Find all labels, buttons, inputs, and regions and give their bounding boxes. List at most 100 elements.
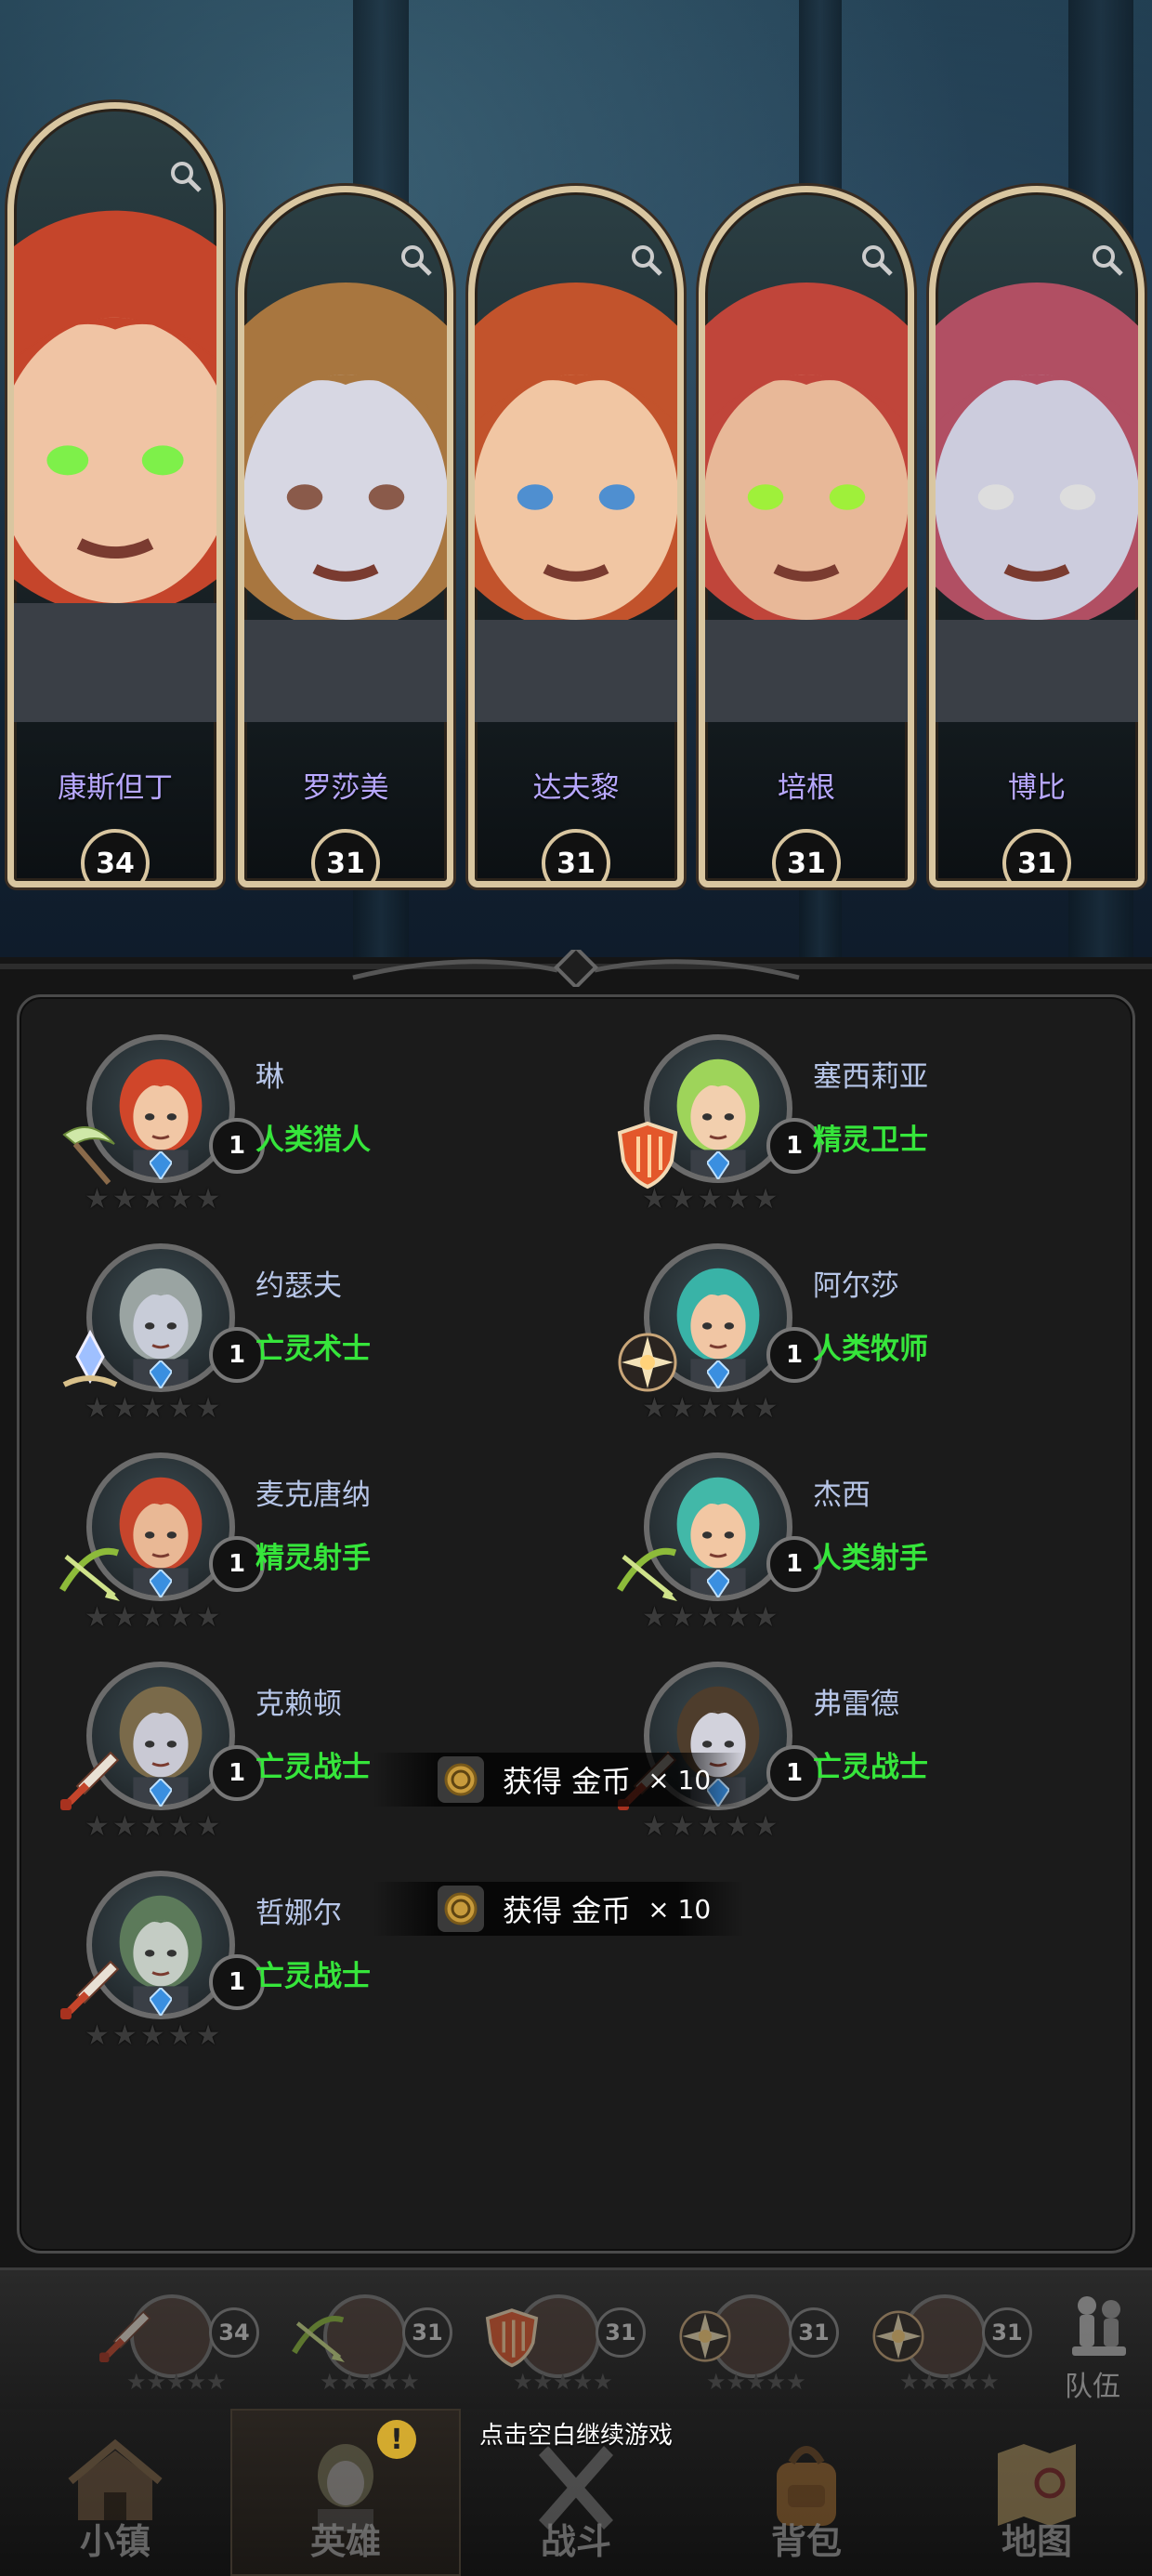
team-member-slot[interactable]: 34 ★★★★★ bbox=[93, 2294, 279, 2397]
shield-icon bbox=[610, 1116, 685, 1190]
gem-icon bbox=[707, 1151, 729, 1179]
sword-icon bbox=[53, 1743, 127, 1818]
star-rating: ★★★★★ bbox=[85, 1810, 224, 1843]
hero-level-badge: 31 bbox=[311, 829, 380, 881]
hero-portrait bbox=[705, 211, 908, 722]
star-rating: ★★★★★ bbox=[513, 2369, 613, 2395]
chess-pieces-icon bbox=[1072, 2296, 1126, 2356]
team-bar[interactable]: 34 ★★★★★ 31 ★★★★★ 31 ★★★★★ 31 ★★★★★ 31 ★★★★★ 队伍 bbox=[0, 2267, 1152, 2410]
team-label: 队伍 bbox=[1065, 2371, 1120, 2403]
hero-name: 克赖顿 bbox=[255, 1688, 342, 1721]
hero-portrait bbox=[475, 211, 677, 722]
gold-coin-icon bbox=[438, 1756, 484, 1803]
hero-name: 康斯但丁 bbox=[58, 771, 173, 805]
star-rating: ★★★★★ bbox=[85, 2019, 224, 2052]
member-level-badge: 31 bbox=[789, 2307, 839, 2358]
star-rating: ★★★★★ bbox=[85, 1392, 224, 1425]
featured-hero-card[interactable]: 博比 31 bbox=[929, 186, 1145, 887]
hero-level-badge: 31 bbox=[542, 829, 610, 881]
star-rating: ★★★★★ bbox=[320, 2369, 420, 2395]
team-member-slot[interactable]: 31 ★★★★★ bbox=[866, 2294, 1052, 2397]
roster-hero[interactable]: 1 ★★★★★ 杰西 人类射手 bbox=[590, 1452, 1110, 1638]
member-level-badge: 34 bbox=[209, 2307, 259, 2358]
hero-level-badge: 31 bbox=[772, 829, 841, 881]
hero-name: 达夫黎 bbox=[532, 771, 620, 805]
reward-text: 获得 金币 bbox=[503, 1764, 632, 1799]
hero-level-badge: 34 bbox=[81, 829, 150, 881]
magnifier-icon[interactable] bbox=[168, 159, 203, 194]
roster-hero[interactable]: 1 ★★★★★ 阿尔莎 人类牧师 bbox=[590, 1243, 1110, 1429]
featured-hero-card[interactable]: 培根 31 bbox=[699, 186, 914, 887]
magnifier-icon[interactable] bbox=[629, 243, 664, 278]
hero-name: 约瑟夫 bbox=[255, 1269, 342, 1303]
crossbow-icon bbox=[286, 2304, 351, 2369]
star-rating: ★★★★★ bbox=[642, 1392, 781, 1425]
featured-heroes-banner: 康斯但丁 34 罗莎美 31 达夫黎 31 培根 31 博比 31 bbox=[0, 0, 1152, 957]
hero-level-badge: 31 bbox=[1002, 829, 1071, 881]
holy-star-icon bbox=[610, 1325, 685, 1400]
nav-label: 英雄 bbox=[309, 2521, 381, 2562]
star-rating: ★★★★★ bbox=[642, 1601, 781, 1634]
team-button[interactable]: 队伍 bbox=[1039, 2289, 1141, 2403]
reward-amount: × 10 bbox=[648, 1893, 712, 1925]
member-level-badge: 31 bbox=[596, 2307, 646, 2358]
hero-name: 琳 bbox=[255, 1060, 284, 1094]
team-member-slot[interactable]: 31 ★★★★★ bbox=[479, 2294, 665, 2397]
featured-hero-card[interactable]: 达夫黎 31 bbox=[468, 186, 684, 887]
star-rating: ★★★★★ bbox=[706, 2369, 806, 2395]
sword-icon bbox=[53, 1952, 127, 2027]
scythe-icon bbox=[53, 1116, 127, 1190]
hero-class: 人类牧师 bbox=[813, 1333, 928, 1366]
hero-name: 阿尔莎 bbox=[813, 1269, 899, 1303]
hero-name: 博比 bbox=[1008, 771, 1066, 805]
roster-hero[interactable]: 1 ★★★★★ 约瑟夫 亡灵术士 bbox=[33, 1243, 553, 1429]
hero-name: 培根 bbox=[778, 771, 835, 805]
crystal-icon bbox=[53, 1325, 127, 1400]
nav-label: 地图 bbox=[1001, 2521, 1072, 2562]
holy-star-icon bbox=[673, 2304, 738, 2369]
team-member-slot[interactable]: 31 ★★★★★ bbox=[673, 2294, 858, 2397]
nav-label: 战斗 bbox=[540, 2521, 611, 2562]
gem-icon bbox=[150, 1151, 172, 1179]
roster-hero[interactable]: 1 ★★★★★ 麦克唐纳 精灵射手 bbox=[33, 1452, 553, 1638]
reward-toast: 获得 金币 × 10 bbox=[373, 1882, 744, 1936]
shield-icon bbox=[479, 2304, 544, 2369]
hero-class: 人类射手 bbox=[813, 1542, 928, 1575]
hero-name: 哲娜尔 bbox=[255, 1897, 342, 1930]
star-rating: ★★★★★ bbox=[899, 2369, 1000, 2395]
magnifier-icon[interactable] bbox=[1090, 243, 1125, 278]
member-level-badge: 31 bbox=[982, 2307, 1032, 2358]
holy-star-icon bbox=[866, 2304, 931, 2369]
ornament-divider bbox=[0, 950, 1152, 987]
sword-icon bbox=[93, 2304, 158, 2369]
hero-roster-panel: 1 ★★★★★ 琳人类猎人 1 ★★★★★ 塞西莉亚 精灵卫士 1 ★★★★★ 约瑟夫 亡灵术士 1 ★… bbox=[17, 994, 1135, 2254]
hero-portrait bbox=[244, 211, 447, 722]
gem-icon bbox=[707, 1360, 729, 1388]
roster-hero[interactable]: 1 ★★★★★ 塞西莉亚 精灵卫士 bbox=[590, 1034, 1110, 1220]
gold-coin-icon bbox=[438, 1886, 484, 1932]
hero-class: 亡灵术士 bbox=[255, 1333, 371, 1366]
featured-hero-card[interactable]: 罗莎美 31 bbox=[238, 186, 453, 887]
team-member-slot[interactable]: 31 ★★★★★ bbox=[286, 2294, 472, 2397]
nav-label: 小镇 bbox=[79, 2521, 151, 2562]
crossbow-icon bbox=[53, 1534, 127, 1609]
hero-class: 亡灵战士 bbox=[255, 1960, 371, 1993]
star-rating: ★★★★★ bbox=[85, 1183, 224, 1216]
star-rating: ★★★★★ bbox=[642, 1810, 781, 1843]
hero-name: 杰西 bbox=[813, 1479, 871, 1512]
gem-icon bbox=[150, 1988, 172, 2016]
hero-name: 麦克唐纳 bbox=[255, 1479, 371, 1512]
nav-label: 背包 bbox=[770, 2521, 842, 2562]
star-rating: ★★★★★ bbox=[126, 2369, 227, 2395]
hero-class: 人类猎人 bbox=[255, 1124, 371, 1157]
roster-hero[interactable]: 1 ★★★★★ 琳人类猎人 bbox=[33, 1034, 553, 1220]
reward-toast: 获得 金币 × 10 bbox=[373, 1753, 744, 1807]
continue-hint: 点击空白继续游戏 bbox=[478, 2422, 673, 2450]
hero-portrait bbox=[14, 127, 216, 722]
gem-icon bbox=[150, 1570, 172, 1597]
featured-hero-card[interactable]: 康斯但丁 34 bbox=[7, 102, 223, 887]
magnifier-icon[interactable] bbox=[399, 243, 434, 278]
gem-icon bbox=[150, 1360, 172, 1388]
hero-portrait bbox=[936, 211, 1138, 722]
magnifier-icon[interactable] bbox=[859, 243, 895, 278]
